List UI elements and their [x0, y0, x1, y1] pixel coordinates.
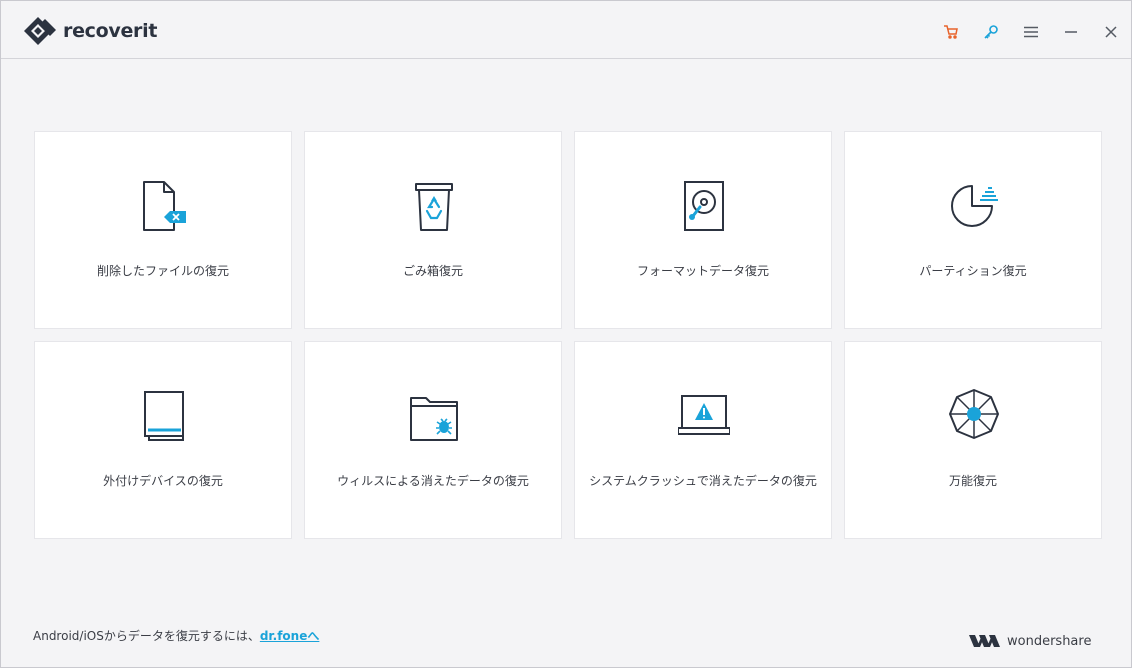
app-name: recoverit	[63, 20, 158, 42]
register-button[interactable]	[971, 19, 1011, 45]
menu-button[interactable]	[1011, 19, 1051, 45]
mode-label: 万能復元	[948, 474, 997, 488]
mode-label: パーティション復元	[919, 264, 1027, 278]
recycle-bin-icon	[415, 183, 453, 231]
app-logo: recoverit	[23, 16, 157, 46]
recovery-mode-grid: 削除したファイルの復元 ごみ箱復元 フォーマットデータ復元 パーティション復元 …	[34, 131, 1102, 539]
mode-label: ウィルスによる消えたデータの復元	[337, 474, 529, 488]
cart-button[interactable]	[931, 19, 971, 45]
wondershare-brand: wondershare	[969, 633, 1091, 649]
mode-card-recycle-bin[interactable]: ごみ箱復元	[304, 131, 562, 329]
key-icon	[984, 25, 998, 39]
brand-name: wondershare	[1007, 633, 1092, 649]
mode-card-virus-attack[interactable]: ウィルスによる消えたデータの復元	[304, 341, 562, 539]
mode-label: 外付けデバイスの復元	[103, 474, 223, 488]
close-button[interactable]	[1091, 19, 1131, 45]
footer-promo-text: Android/iOSからデータを復元するには、	[33, 629, 260, 643]
title-bar: recoverit	[1, 1, 1131, 59]
close-icon	[1105, 26, 1117, 38]
footer-promo: Android/iOSからデータを復元するには、dr.foneへ	[33, 627, 319, 644]
hard-drive-icon	[684, 181, 724, 231]
minimize-button[interactable]	[1051, 19, 1091, 45]
app-window: recoverit 削除したファイルの復元 ごみ箱復元 フォーマットデータ復元 …	[0, 0, 1132, 668]
mode-card-system-crash[interactable]: システムクラッシュで消えたデータの復元	[574, 341, 832, 539]
menu-icon	[1024, 26, 1038, 38]
deleted-file-icon	[143, 181, 186, 231]
partition-icon	[951, 185, 998, 227]
cart-icon	[944, 25, 958, 39]
minimize-icon	[1065, 31, 1077, 33]
mode-card-deleted-files[interactable]: 削除したファイルの復元	[34, 131, 292, 329]
system-crash-icon	[678, 395, 730, 435]
mode-label: ごみ箱復元	[402, 264, 463, 278]
mode-label: フォーマットデータ復元	[636, 264, 769, 278]
mode-label: システムクラッシュで消えたデータの復元	[589, 474, 817, 488]
mode-card-formatted-drive[interactable]: フォーマットデータ復元	[574, 131, 832, 329]
drfone-link[interactable]: dr.foneへ	[260, 629, 320, 643]
all-round-icon	[949, 389, 999, 439]
mode-card-all-round[interactable]: 万能復元	[844, 341, 1102, 539]
mode-card-external-device[interactable]: 外付けデバイスの復元	[34, 341, 292, 539]
recoverit-logo-icon	[24, 17, 56, 45]
mode-card-partition[interactable]: パーティション復元	[844, 131, 1102, 329]
mode-label: 削除したファイルの復元	[96, 264, 229, 278]
wondershare-logo-icon	[969, 635, 1000, 647]
title-bar-buttons	[931, 19, 1131, 45]
virus-folder-icon	[410, 397, 458, 441]
external-device-icon	[144, 391, 184, 441]
